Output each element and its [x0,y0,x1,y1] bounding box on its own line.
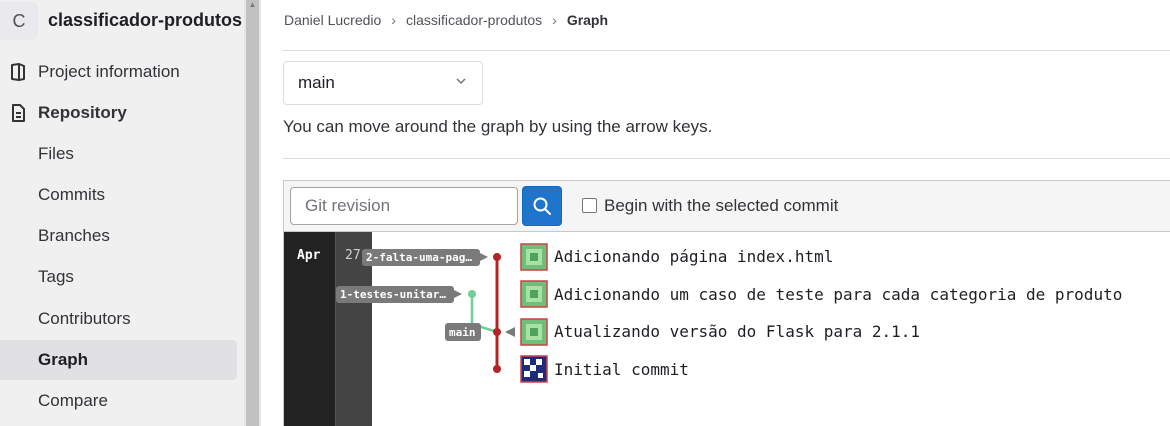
project-icon [11,63,25,81]
sidebar-item-contributors[interactable]: Contributors [0,299,244,339]
sidebar-item-graph[interactable]: Graph [0,340,237,380]
sidebar-item-label: Files [38,144,74,163]
divider [283,50,1170,51]
breadcrumb-project[interactable]: classificador-produtos [406,12,542,28]
sidebar-item-compare[interactable]: Compare [0,381,244,421]
chevron-right-icon: › [552,12,557,28]
project-name[interactable]: classificador-produtos [48,10,242,31]
sidebar: C classificador-produtos Project informa… [0,0,244,426]
chevron-right-icon: › [391,12,396,28]
sidebar-item-label: Commits [38,185,106,204]
git-revision-input[interactable]: Git revision [290,187,518,225]
commit-avatar [520,243,548,271]
commit-dot [493,365,501,373]
commit-dot [493,328,501,336]
sidebar-item-commits[interactable]: Commits [0,175,244,215]
commit-dot [493,253,501,261]
sidebar-item-tags[interactable]: Tags [0,257,244,297]
graph-hint: You can move around the graph by using t… [283,117,713,136]
sidebar-item-label: Branches [38,226,110,245]
commit-avatar [520,355,548,383]
graph-toolbar: Git revision Begin with the selected com… [283,180,1170,232]
breadcrumb: Daniel Lucredio › classificador-produtos… [284,12,608,28]
sidebar-item-label: Tags [38,267,74,286]
sidebar-item-label: Contributors [38,309,131,328]
branch-select[interactable]: main [283,61,483,105]
breadcrumb-current[interactable]: Graph [567,12,608,28]
sidebar-item-repository[interactable]: Repository [0,93,244,133]
commit-message[interactable]: Atualizando versão do Flask para 2.1.1 [554,322,920,341]
document-icon [12,104,25,122]
search-icon [533,197,551,215]
branch-select-value: main [298,73,335,92]
chevron-down-icon [456,78,466,85]
commit-message[interactable]: Adicionando um caso de teste para cada c… [554,285,1122,304]
commit-avatar [520,318,548,346]
divider [283,158,1170,159]
commit-graph[interactable]: Apr 27 2-falta-uma-pag… 1-testes-unitar…… [283,232,1170,426]
project-avatar[interactable]: C [0,2,38,40]
begin-selected-commit-checkbox[interactable] [582,198,597,213]
breadcrumb-user[interactable]: Daniel Lucredio [284,12,381,28]
search-button[interactable] [522,186,562,226]
sidebar-item-label: Compare [38,391,108,410]
sidebar-scrollbar-thumb[interactable] [246,0,259,426]
sidebar-item-files[interactable]: Files [0,134,244,174]
sidebar-item-project-information[interactable]: Project information [0,52,244,92]
commit-avatar [520,280,548,308]
sidebar-item-label: Repository [38,103,127,122]
ref-label: 2-falta-uma-pag… [366,251,472,264]
begin-selected-commit-label[interactable]: Begin with the selected commit [604,196,838,216]
sidebar-item-label: Project information [38,62,180,81]
ref-label: main [449,326,476,339]
sidebar-item-branches[interactable]: Branches [0,216,244,256]
ref-label: 1-testes-unitar… [340,288,446,301]
sidebar-item-label: Graph [38,350,89,369]
commit-dot [468,290,476,298]
project-header[interactable]: C classificador-produtos [0,0,244,44]
commit-message[interactable]: Initial commit [554,360,689,379]
commit-message[interactable]: Adicionando página index.html [554,247,833,266]
scroll-up-icon[interactable]: ▲ [244,0,261,12]
